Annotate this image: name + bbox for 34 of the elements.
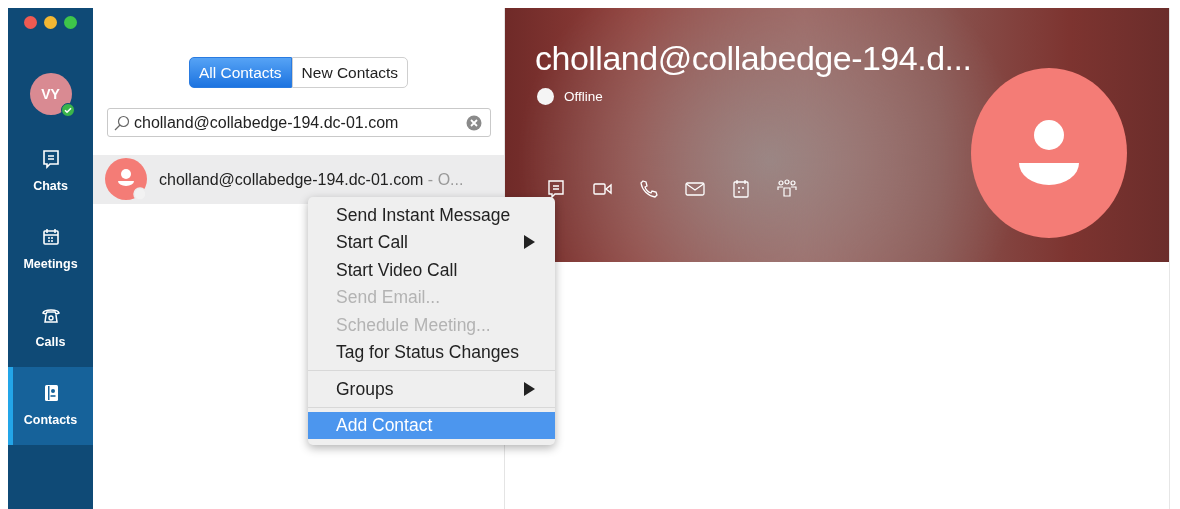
minimize-button[interactable] [44, 16, 57, 29]
close-button[interactable] [24, 16, 37, 29]
contacts-tab[interactable]: All Contacts [188, 57, 292, 89]
submenu-arrow-icon [524, 381, 535, 396]
menu-item[interactable]: Start Video Call [308, 256, 555, 284]
contact-row[interactable]: cholland@collabedge-194.dc-01.com - O... [93, 155, 504, 205]
contact-avatar-icon [105, 157, 149, 202]
menu-item[interactable]: Tag for Status Changes [308, 338, 555, 366]
search-field[interactable]: cholland@collabedge-194.dc-01.com [107, 108, 491, 138]
contacts-tab[interactable]: New Contacts [291, 57, 409, 89]
calendar-button[interactable] [731, 179, 751, 200]
phone-button[interactable] [639, 179, 659, 200]
clear-icon[interactable] [466, 114, 482, 131]
presence-status: Offline [564, 87, 603, 106]
menu-item[interactable]: Start Call [308, 228, 555, 256]
sidebar-tab[interactable]: Contacts [8, 367, 93, 445]
phone-icon [639, 179, 659, 200]
zoom-button[interactable] [64, 16, 77, 29]
chat-icon [40, 148, 61, 169]
people-icon [777, 179, 797, 200]
search-icon [114, 114, 130, 131]
sidebar-tab[interactable]: Meetings [8, 211, 93, 289]
profile-name: cholland@collabedge-194.d... [535, 38, 972, 79]
calendar-icon [40, 226, 61, 247]
sidebar-tab[interactable]: Calls [8, 289, 93, 367]
status-dot [537, 88, 554, 106]
people-button[interactable] [777, 179, 797, 200]
chat-button[interactable] [547, 179, 567, 200]
calendar-icon [731, 179, 751, 200]
chat-icon [547, 179, 567, 200]
submenu-arrow-icon [524, 235, 535, 250]
menu-item[interactable]: Groups [308, 375, 555, 403]
contact-name: cholland@collabedge-194.dc-01.com - O... [159, 169, 464, 190]
sidebar-tab[interactable]: Chats [8, 133, 93, 211]
